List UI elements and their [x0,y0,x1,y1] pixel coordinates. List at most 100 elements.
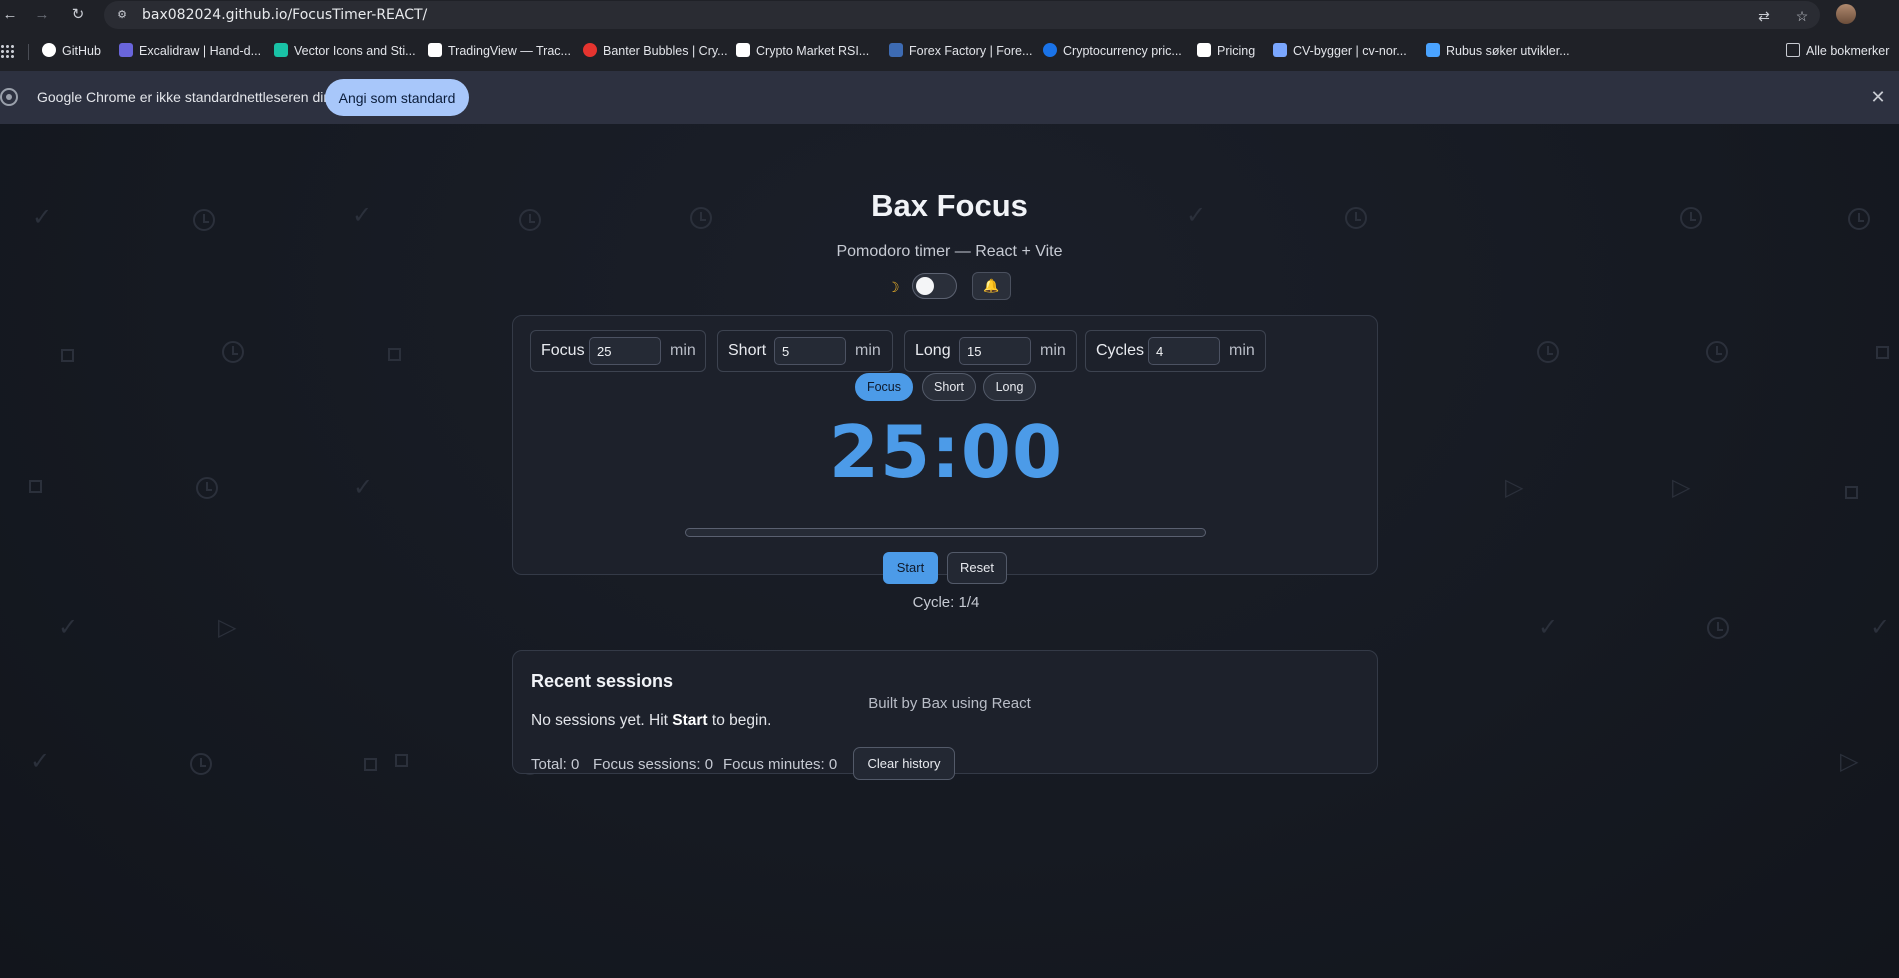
banter-bubbles-icon [583,43,597,57]
reload-icon[interactable]: ↻ [68,5,88,25]
square-deco-icon [395,754,408,767]
cryptocurrency-prices-icon [1043,43,1057,57]
clock-deco-icon [1537,341,1559,363]
moon-icon: ☽ [887,279,900,295]
cycle-indicator: Cycle: 1/4 [912,594,980,611]
bookmark-crypto-market-rsi[interactable]: Crypto Market RSI... [736,42,869,60]
browser-toolbar: ← → ↻ ⚙ bax082024.github.io/FocusTimer-R… [0,0,1899,30]
bookmark-label: Banter Bubbles | Cry... [603,44,728,58]
timer-card: Focus min Short min Long min Cycles min … [512,315,1378,611]
theme-toggle[interactable] [912,273,957,299]
bookmarks-divider [28,44,29,60]
forex-factory-icon [889,43,903,57]
pricing-icon [1197,43,1211,57]
bookmark-tradingview[interactable]: TradingView — Trac... [428,42,571,60]
site-settings-icon[interactable]: ⚙ [114,7,130,23]
short-minutes-input[interactable] [774,337,846,365]
square-deco-icon [61,349,74,362]
bookmark-cryptocurrency-prices[interactable]: Cryptocurrency pric... [1043,42,1182,60]
sound-button[interactable]: 🔔 [972,272,1011,300]
clock-deco-icon [1706,341,1728,363]
clear-history-button[interactable]: Clear history [853,747,955,780]
forward-icon[interactable]: → [32,5,52,25]
long-unit: min [1040,342,1066,359]
total-stat: Total: 0 [531,756,580,773]
close-icon[interactable]: ✕ [1868,87,1888,107]
bookmark-label: Forex Factory | Fore... [909,44,1033,58]
play-deco-icon: ▷ [1840,748,1859,775]
clock-deco-icon [222,341,244,363]
bookmark-label: TradingView — Trac... [448,44,571,58]
bookmark-label: Vector Icons and Sti... [294,44,416,58]
mode-focus-button[interactable]: Focus [855,373,913,401]
url-text: bax082024.github.io/FocusTimer-REACT/ [142,7,428,23]
start-button[interactable]: Start [883,552,938,584]
focus-sessions-stat: Focus sessions: 0 [593,756,714,773]
all-bookmarks[interactable]: Alle bokmerker [1786,42,1889,60]
mode-short-button[interactable]: Short [922,373,976,401]
short-label: Short [728,342,767,359]
bookmark-banter-bubbles[interactable]: Banter Bubbles | Cry... [583,42,728,60]
cycles-unit: min [1229,342,1255,359]
folder-icon [1786,43,1800,57]
empty-sessions-message: No sessions yet. Hit Start to begin. [531,712,771,730]
clock-deco-icon [1707,617,1729,639]
play-deco-icon: ▷ [218,614,237,641]
vector-icons-icon [274,43,288,57]
app-title: Bax Focus [871,188,1028,223]
reset-button[interactable]: Reset [947,552,1007,584]
empty-prefix: No sessions yet. Hit [531,712,673,729]
bookmark-forex-factory[interactable]: Forex Factory | Fore... [889,42,1032,60]
cycles-input[interactable] [1148,337,1220,365]
square-deco-icon [364,758,377,771]
rubus-icon [1426,43,1440,57]
check-deco-icon: ✓ [353,474,374,501]
long-label: Long [915,342,951,359]
app-page: ✓ ✓ ✓ ✓ ▷ ▷ ✓ ▷ ✓ ✓ ✓ ✓ ▷ Bax Focus Pomo… [0,124,1899,978]
toggle-knob [916,277,934,295]
profile-avatar[interactable] [1836,4,1856,24]
set-default-button[interactable]: Angi som standard [325,79,469,116]
clock-deco-icon [190,753,212,775]
github-icon [42,43,56,57]
check-deco-icon: ✓ [1870,614,1891,641]
bookmark-github[interactable]: GitHub [42,42,101,60]
bell-icon: 🔔 [983,278,1000,293]
mode-long-button[interactable]: Long [983,373,1036,401]
translate-icon[interactable]: ⇄ [1755,7,1773,25]
check-deco-icon: ✓ [58,614,79,641]
square-deco-icon [29,480,42,493]
recent-sessions-title: Recent sessions [531,671,674,691]
apps-grid-icon[interactable] [0,44,14,58]
back-icon[interactable]: ← [0,5,20,25]
bookmark-label: Cryptocurrency pric... [1063,44,1182,58]
play-deco-icon: ▷ [1505,474,1524,501]
long-setting: Long min [904,330,1077,372]
focus-minutes-stat: Focus minutes: 0 [723,756,838,773]
bookmark-vector-icons[interactable]: Vector Icons and Sti... [274,42,416,60]
bookmarks-bar: GitHub Excalidraw | Hand-d... Vector Ico… [0,30,1899,71]
bookmark-label: Crypto Market RSI... [756,44,870,58]
timer-display: 25:00 [828,410,1064,494]
check-deco-icon: ✓ [1538,614,1559,641]
long-minutes-input[interactable] [959,337,1031,365]
bookmark-rubus[interactable]: Rubus søker utvikler... [1426,42,1570,60]
bookmark-cv-bygger[interactable]: CV-bygger | cv-nor... [1273,42,1407,60]
footer-text: Built by Bax using React [868,695,1031,712]
empty-suffix: to begin. [707,712,772,729]
check-deco-icon: ✓ [30,748,51,775]
bookmark-excalidraw[interactable]: Excalidraw | Hand-d... [119,42,261,60]
square-deco-icon [1876,346,1889,359]
app-subtitle: Pomodoro timer — React + Vite [836,243,1063,260]
chrome-icon [0,88,18,106]
star-icon[interactable]: ☆ [1793,7,1811,25]
bookmark-label: Pricing [1217,44,1256,58]
cv-bygger-icon [1273,43,1287,57]
focus-minutes-input[interactable] [589,337,661,365]
clock-deco-icon [196,477,218,499]
play-deco-icon: ▷ [1672,474,1691,501]
cycles-label: Cycles [1096,342,1145,359]
bookmark-pricing[interactable]: Pricing [1197,42,1255,60]
default-browser-infobar: Google Chrome er ikke standardnettlesere… [0,71,1899,125]
address-bar[interactable]: ⚙ bax082024.github.io/FocusTimer-REACT/ … [104,1,1820,29]
